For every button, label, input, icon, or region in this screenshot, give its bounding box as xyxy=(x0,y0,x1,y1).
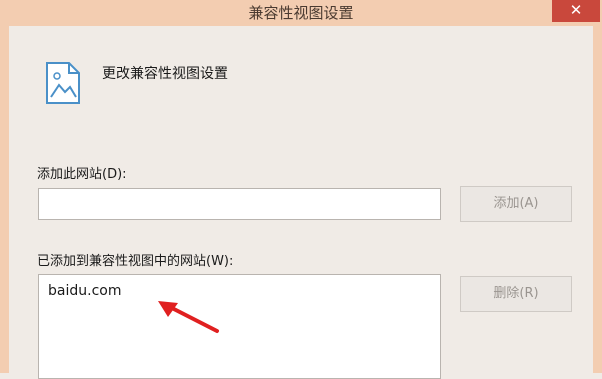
annotation-arrow-icon xyxy=(158,301,219,333)
close-button[interactable]: ✕ xyxy=(552,0,600,22)
window-frame-right xyxy=(593,26,602,373)
document-image-icon xyxy=(46,62,80,104)
close-icon: ✕ xyxy=(569,1,583,19)
dialog-content: 更改兼容性视图设置 添加此网站(D): 添加(A) 已添加到兼容性视图中的网站(… xyxy=(9,26,593,379)
added-sites-label: 已添加到兼容性视图中的网站(W): xyxy=(37,254,234,269)
add-button[interactable]: 添加(A) xyxy=(460,186,572,222)
added-sites-list[interactable]: baidu.com xyxy=(38,274,441,379)
list-item[interactable]: baidu.com xyxy=(48,283,121,299)
remove-button[interactable]: 删除(R) xyxy=(460,276,572,312)
window-title: 兼容性视图设置 xyxy=(248,4,354,22)
dialog-heading: 更改兼容性视图设置 xyxy=(102,66,228,82)
window-frame-left xyxy=(0,26,9,373)
add-site-label: 添加此网站(D): xyxy=(37,167,127,182)
add-site-input[interactable] xyxy=(38,188,441,220)
